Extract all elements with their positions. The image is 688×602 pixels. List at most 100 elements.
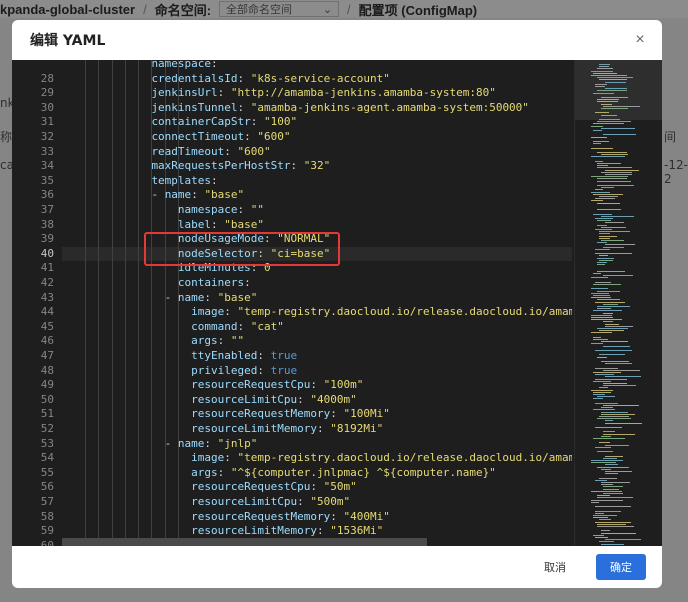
minimap-line bbox=[597, 185, 634, 186]
minimap-line bbox=[597, 152, 627, 153]
minimap-line bbox=[601, 543, 624, 545]
colon: : bbox=[191, 188, 198, 202]
minimap-line bbox=[591, 314, 612, 316]
line-number: 41 bbox=[40, 261, 54, 275]
colon: : bbox=[317, 524, 324, 538]
confirm-button[interactable]: 确定 bbox=[596, 554, 646, 580]
minimap-line bbox=[597, 77, 633, 79]
yaml-editor[interactable]: 28 29 30 31 32 33 34 35 36 37 38 39 40 41 42 43 44 45 46 47… bbox=[12, 60, 662, 546]
minimap-line bbox=[603, 134, 636, 136]
minimap-line bbox=[597, 264, 605, 266]
minimap-line bbox=[597, 308, 611, 310]
minimap-line bbox=[593, 336, 601, 338]
minimap-line bbox=[601, 103, 612, 105]
minimap-line bbox=[605, 464, 618, 466]
yaml-key: jenkinsUrl bbox=[151, 86, 218, 100]
minimap-line bbox=[591, 125, 603, 127]
minimap-line bbox=[597, 526, 634, 527]
yaml-value: "base" bbox=[204, 188, 245, 202]
minimap-line bbox=[591, 156, 625, 158]
minimap-line bbox=[595, 248, 610, 250]
minimap-line bbox=[591, 191, 610, 193]
minimap-line bbox=[593, 141, 609, 142]
code-line: command: "cat" bbox=[191, 320, 284, 335]
colon: : bbox=[244, 129, 251, 143]
minimap-line bbox=[593, 438, 625, 439]
minimap-line bbox=[597, 68, 613, 70]
yaml-value: "32" bbox=[303, 159, 331, 173]
minimap-line bbox=[599, 259, 613, 261]
line-number: 47 bbox=[40, 348, 54, 362]
dialog-header: 编辑 YAML × bbox=[12, 20, 662, 60]
yaml-key: label bbox=[177, 217, 212, 231]
code-line: resourceRequestCpu: "50m" bbox=[191, 480, 357, 495]
line-number: 56 bbox=[40, 480, 54, 494]
minimap-line bbox=[599, 235, 617, 237]
yaml-value: "500m" bbox=[310, 494, 351, 508]
minimap-line bbox=[593, 409, 615, 411]
line-number: 48 bbox=[40, 363, 54, 377]
code-line: credentialsId: "k8s-service-account" bbox=[151, 72, 389, 87]
minimap-line bbox=[605, 363, 632, 365]
yaml-value: true bbox=[270, 348, 298, 362]
code-line: resourceRequestMemory: "100Mi" bbox=[191, 407, 390, 422]
minimap-line bbox=[595, 198, 615, 200]
indent-guide bbox=[98, 60, 100, 546]
minimap-line bbox=[599, 64, 610, 65]
line-number: 60 bbox=[40, 538, 54, 546]
close-icon[interactable]: × bbox=[630, 30, 650, 50]
yaml-key: jenkinsTunnel bbox=[151, 100, 238, 114]
yaml-key: resourceRequestMemory bbox=[191, 509, 331, 523]
yaml-value: "600" bbox=[257, 129, 291, 143]
minimap-line bbox=[605, 473, 618, 475]
code-line: readTimeout: "600" bbox=[151, 145, 270, 160]
minimap-line bbox=[603, 105, 640, 107]
code-line: resourceLimitCpu: "500m" bbox=[191, 495, 350, 510]
yaml-value: "amamba-jenkins-agent.amamba-system:5000… bbox=[250, 100, 529, 114]
minimap-line bbox=[591, 490, 622, 492]
colon: : bbox=[204, 290, 212, 304]
minimap-line bbox=[591, 332, 612, 334]
list-dash: - bbox=[151, 188, 165, 202]
minimap-line bbox=[597, 99, 619, 101]
code-line: ttyEnabled: true bbox=[191, 349, 297, 364]
minimap-line bbox=[605, 420, 613, 422]
minimap-line bbox=[595, 218, 613, 219]
minimap-line bbox=[597, 167, 632, 169]
editor-minimap[interactable] bbox=[574, 60, 662, 546]
minimap-line bbox=[593, 391, 611, 393]
minimap-line bbox=[597, 257, 614, 259]
minimap-line bbox=[595, 512, 604, 514]
indent-guide bbox=[124, 60, 126, 546]
indent-guide bbox=[85, 60, 87, 546]
code-line: label: "base" bbox=[178, 218, 264, 233]
yaml-value: "400Mi" bbox=[343, 509, 390, 523]
minimap-line bbox=[601, 411, 628, 413]
minimap-line bbox=[595, 446, 611, 448]
yaml-key: containerCapStr bbox=[151, 115, 251, 129]
minimap-line bbox=[593, 517, 608, 519]
code-line: image: "temp-registry.daocloud.io/releas… bbox=[191, 305, 572, 320]
minimap-line bbox=[597, 523, 626, 525]
yaml-key: connectTimeout bbox=[151, 129, 245, 143]
minimap-line bbox=[595, 229, 612, 230]
minimap-line bbox=[601, 484, 613, 486]
cancel-button[interactable]: 取消 bbox=[530, 554, 580, 580]
code-line: jenkinsTunnel: "amamba-jenkins-agent.ama… bbox=[151, 101, 529, 116]
yaml-key: resourceLimitMemory bbox=[191, 421, 317, 435]
minimap-line bbox=[591, 317, 613, 318]
minimap-line bbox=[593, 398, 603, 400]
minimap-line bbox=[599, 519, 611, 521]
yaml-value: "jnlp" bbox=[217, 436, 258, 450]
horizontal-scrollbar[interactable] bbox=[62, 538, 427, 546]
code-area[interactable]: namespace: credentialsId: "k8s-service-ac… bbox=[62, 60, 572, 546]
colon: : bbox=[297, 494, 304, 508]
minimap-line bbox=[597, 202, 620, 204]
minimap-line bbox=[599, 66, 609, 68]
line-number: 49 bbox=[40, 378, 54, 392]
minimap-line bbox=[603, 345, 630, 347]
yaml-key: resourceLimitCpu bbox=[191, 494, 298, 508]
colon: : bbox=[237, 319, 245, 333]
indent-guide bbox=[138, 60, 140, 546]
line-number: 28 bbox=[40, 71, 54, 85]
